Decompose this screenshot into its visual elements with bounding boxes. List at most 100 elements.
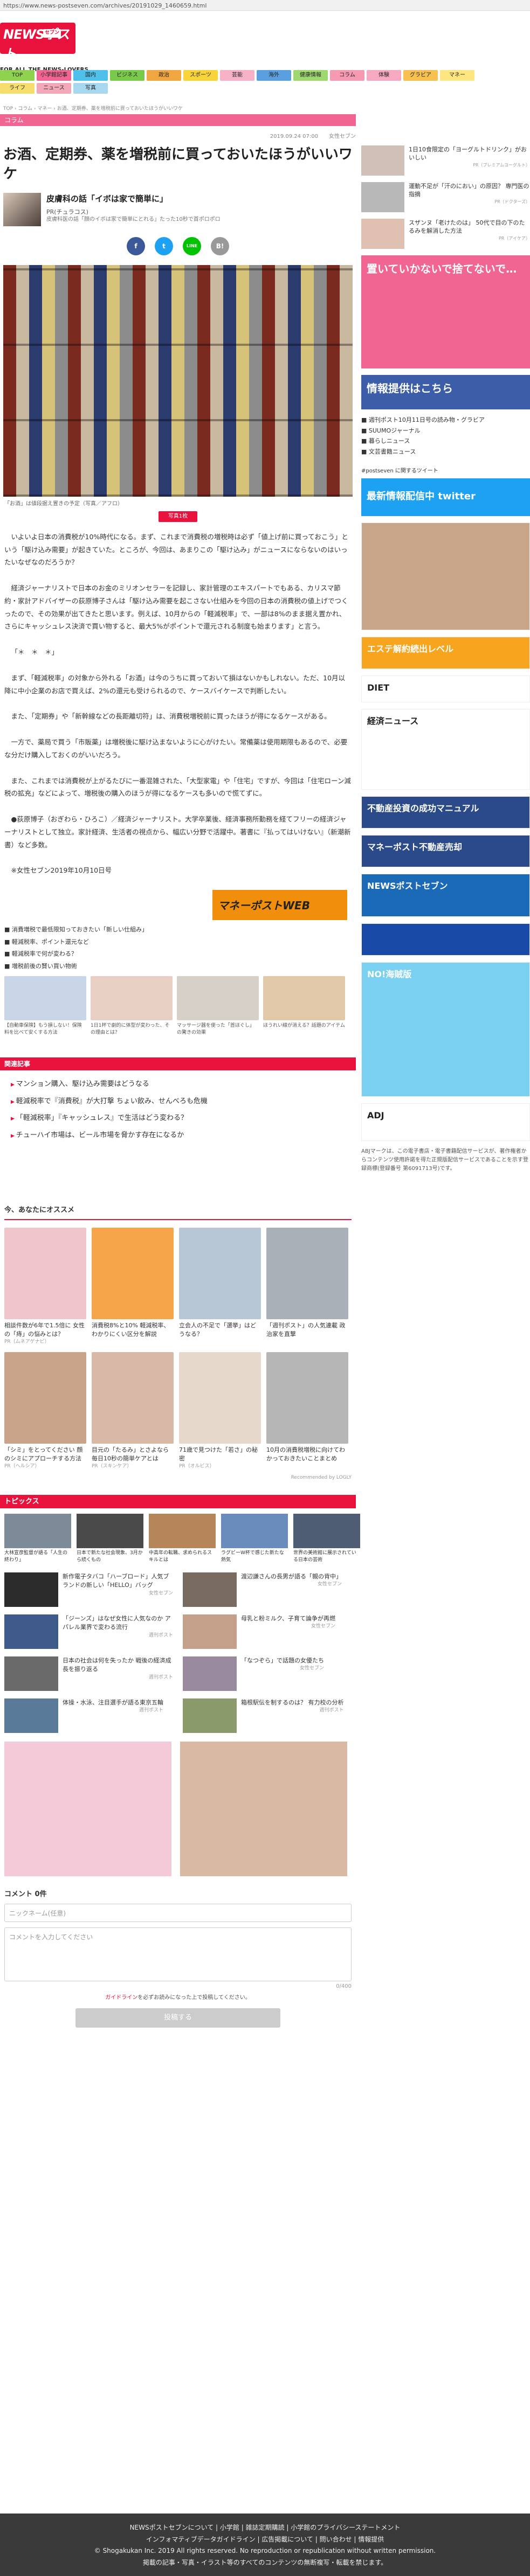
nav-tab[interactable]: ライフ [0,83,35,94]
side-ad[interactable]: NO!海賊版 [361,962,530,1097]
guideline-link[interactable]: ガイドライン [105,1995,137,2001]
side-title: スザンヌ「老けたのは」 50代で目の下のたるみを解消した方法 [409,219,525,235]
topic-item[interactable]: 「なつぞら」で話題の女優たち 女性セブン [183,1656,352,1691]
topic-tile[interactable]: 大林宣彦監督が語る「人生の終わり」 [4,1514,71,1563]
side-link[interactable]: ■ SUUMOジャーナル [361,427,530,436]
topic-title: 日本の社会は何を失ったか 戦後の経済成長を振り返る [63,1656,171,1673]
ad-thumb[interactable]: 【自動車保険】もう損しない！保険料を比べて安くする方法 [4,976,86,1036]
article-paragraph: また、これまでは消費税が上がるたびに一番混雑された、「大型家電」や「住宅」ですが… [4,776,351,798]
related-link[interactable]: ■ 消費増税で最低限知っておきたい「新しい仕組み」 [4,925,352,935]
post-comment-button[interactable]: 投稿する [75,2008,280,2028]
address-bar[interactable]: https://www.news-postseven.com/archives/… [0,0,530,11]
related-link[interactable]: ■ 増税前後の賢い買い物術 [4,962,352,971]
logly-credit[interactable]: Recommended by LOGLY [4,1474,352,1482]
side-ad[interactable]: エステ解約続出レベル [361,637,530,669]
topics-section: トピックス 大林宣彦監督が語る「人生の終わり」 日本で新たな社会現象、3月から続く… [0,1494,360,1876]
facebook-share-icon[interactable]: f [127,236,145,255]
side-ad[interactable]: 不動産投資の成功マニュアル [361,796,530,829]
twitter-share-icon[interactable]: t [155,236,173,255]
card-title: 消費税8%と10% 軽減税率、わかりにくい区分を解説 [92,1321,170,1338]
article-photo[interactable] [3,264,353,497]
related-item[interactable]: チューハイ市場は、ビール市場を脅かす存在になるか [11,1130,352,1141]
nav-tab[interactable]: マネー [440,70,474,81]
side-ad[interactable]: 置いていかないで捨てないで… [361,255,530,368]
side-item[interactable]: 1日10食限定の「ヨーグルトドリンク」がおいしい PR（プレミアムヨーグルト） [361,145,530,176]
side-ad[interactable]: DIET [361,676,530,702]
nav-tab[interactable]: 国内 [73,70,108,81]
side-ad[interactable]: マネーポスト不動産売却 [361,835,530,867]
side-ad[interactable]: NEWSポストセブン [361,874,530,917]
side-link[interactable]: ■ 週刊ポスト10月11日号の読み物・グラビア [361,416,530,425]
side-ad[interactable]: 経済ニュース [361,709,530,790]
side-ad[interactable]: 情報提供はこちら [361,375,530,409]
category-label[interactable]: コラム [0,114,356,126]
recommend-card[interactable]: 10月の消費税増税に向けてわかっておきたいことまとめ [266,1352,348,1470]
card-title: 「週刊ポスト」の人気連載 政治家を直撃 [266,1321,346,1338]
topic-item[interactable]: 体操・水泳、注目選手が語る東京五輪 週刊ポスト [4,1698,173,1733]
nav-tab[interactable]: ニュース [37,83,71,94]
topic-tile[interactable]: 日本で新たな社会現象、3月から続くもの [77,1514,143,1563]
recommend-card[interactable]: 消費税8%と10% 軽減税率、わかりにくい区分を解説 [92,1227,174,1346]
topic-item[interactable]: 箱根駅伝を制するのは？ 有力校の分析 週刊ポスト [183,1698,352,1733]
nav-tab[interactable]: コラム [330,70,364,81]
topic-item[interactable]: 日本の社会は何を失ったか 戦後の経済成長を振り返る 週刊ポスト [4,1656,173,1691]
recommend-card[interactable]: 「シミ」をとってください 顔のシミにアプローチする方法 PR（ヘルシア） [4,1352,86,1470]
topic-tile[interactable]: 世界の美術館に展示されている日本の芸術 [293,1514,360,1563]
related-link[interactable]: ■ 軽減税率、ポイント還元など [4,938,352,947]
related-link[interactable]: ■ 軽減税率で何が変わる？ [4,950,352,959]
recommend-card[interactable]: 目元の「たるみ」とさよなら 毎日10秒の簡単ケアとは PR（スキンケア） [92,1352,174,1470]
topic-item[interactable]: 渡辺謙さんの長男が語る「親の背中」 女性セブン [183,1572,352,1607]
footer-links[interactable]: NEWSポストセブンについて | 小学館 | 雑誌定期購読 | 小学館のプライバ… [0,2522,530,2534]
site-logo[interactable]: NEWSポスト セブン [0,23,75,61]
nickname-input[interactable]: ニックネーム(任意) [4,1904,352,1923]
display-ad[interactable] [180,1741,347,1876]
money-post-banner[interactable]: マネーポストWEB [212,890,347,921]
side-link[interactable]: ■ 文芸書籍ニュース [361,448,530,457]
related-item[interactable]: マンション購入、駆け込み需要はどうなる [11,1079,352,1090]
topic-tile[interactable]: ラグビーW杯で感じた新たな熱気 [221,1514,288,1563]
nav-tab[interactable]: TOP [0,70,35,81]
twitter-banner[interactable]: 最新情報配信中 twitter [361,478,530,516]
nav-tab[interactable]: 芸能 [220,70,254,81]
topic-tile[interactable]: 中高年の転職、求められるスキルとは [149,1514,216,1563]
comment-textarea[interactable]: コメントを入力してください [4,1927,352,1982]
topic-item[interactable]: 母乳と粉ミルク、子育て論争が再燃 女性セブン [183,1614,352,1649]
topic-item[interactable]: 新作電子タバコ「ハーブロード」人気ブランドの新しい「HELLO」バッグ 女性セブン [4,1572,173,1607]
recommend-card[interactable]: 立会人の不足で「選挙」はどうなる？ [179,1227,261,1346]
ad-thumbnails: 【自動車保険】もう損しない！保険料を比べて安くする方法 1日1杯で劇的に体型が変わ… [4,976,352,1036]
recommend-card[interactable]: 相談件数が6年で1.5倍に 女性の「痔」の悩みとは？ PR（ムネアゲナビ） [4,1227,86,1346]
side-ad[interactable] [361,523,530,630]
line-share-icon[interactable]: LINE [183,236,201,255]
recommend-card[interactable]: 71歳で見つけた「若さ」の秘密 PR（オルビス） [179,1352,261,1470]
photo-gallery-button[interactable]: 写真1枚 [159,511,197,522]
ad-thumb[interactable]: ほうれい線が消える？話題のアイテム [263,976,345,1036]
logo-sub: セブン [43,29,61,38]
nav-tab[interactable]: ビジネス [110,70,144,81]
topic-item[interactable]: 「ジーンズ」はなぜ女性に人気なのか アパレル業界で変わる流行 週刊ポスト [4,1614,173,1649]
topic-image [4,1656,58,1691]
hatena-bookmark-icon[interactable]: B! [211,236,229,255]
nav-tab[interactable]: 政治 [147,70,181,81]
author-ad[interactable]: 皮膚科の話「イボは家で簡単に」 PR(チュラコス) 皮膚科医の話「顔のイボは家で… [3,192,353,226]
ad-thumb[interactable]: マッサージ器を使った「首ほぐし」の驚きの効果 [177,976,259,1036]
display-ad[interactable] [4,1741,171,1876]
recommend-card[interactable]: 「週刊ポスト」の人気連載 政治家を直撃 [266,1227,348,1346]
topic-image [183,1698,237,1733]
nav-tab[interactable]: グラビア [403,70,438,81]
side-ad[interactable]: ADJ [361,1103,530,1141]
nav-tab[interactable]: 小学館記事 [37,70,71,81]
nav-tab[interactable]: 海外 [257,70,291,81]
nav-tab[interactable]: スポーツ [183,70,218,81]
footer-links-2[interactable]: インフォマティブデータガイドライン | 広告掲載について | 問い合わせ | 情… [0,2534,530,2546]
site-header: NEWSポスト セブン FOR ALL THE NEWS-LOVERS [0,11,530,73]
side-item[interactable]: スザンヌ「老けたのは」 50代で目の下のたるみを解消した方法 PR（アイケア） [361,219,530,249]
side-item[interactable]: 運動不足が「汗のにおい」の原因？ 専門医の指摘 PR（ドクターズ） [361,182,530,212]
ad-thumb[interactable]: 1日1杯で劇的に体型が変わった、その理由とは？ [91,976,173,1036]
nav-tab[interactable]: 写真 [73,83,108,94]
related-item[interactable]: 「軽減税率」『キャッシュレス』で生活はどう変わる？ [11,1113,352,1124]
nav-tab[interactable]: 健康情報 [293,70,328,81]
nav-tab[interactable]: 体験 [367,70,401,81]
side-link[interactable]: ■ 暮らしニュース [361,437,530,446]
side-ad[interactable] [361,923,530,956]
related-item[interactable]: 軽減税率で『消費税』が大打撃 ちょい飲み、せんべろも危機 [11,1096,352,1107]
